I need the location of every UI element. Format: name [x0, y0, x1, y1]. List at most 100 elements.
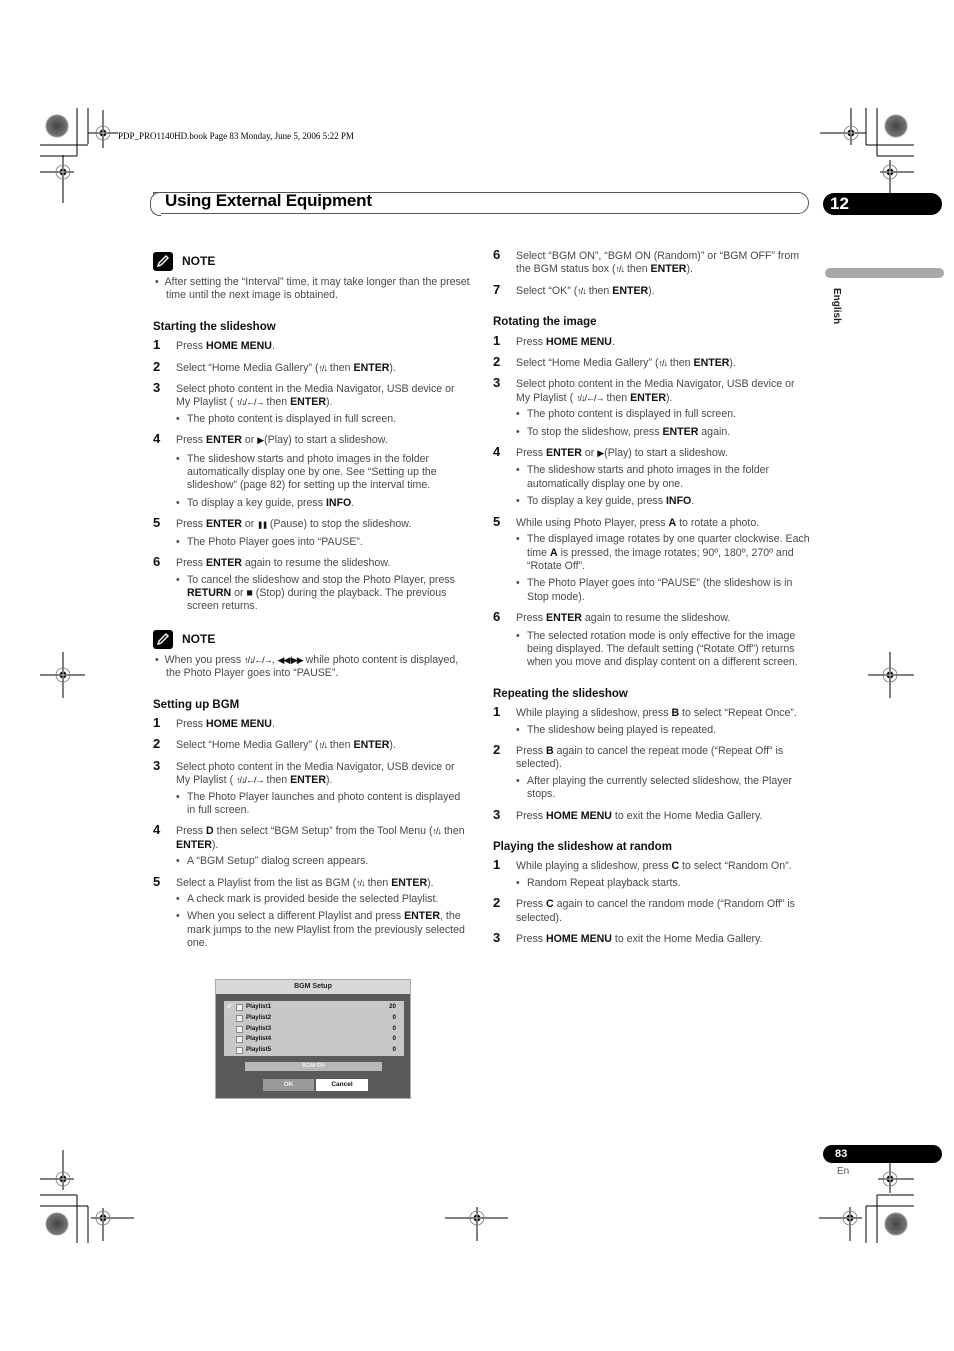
- note-header: NOTE: [153, 629, 471, 649]
- bullet: The Photo Player goes into “PAUSE” (the …: [493, 577, 811, 604]
- up-down-arrow-icon: ↑/↓: [318, 740, 327, 751]
- step: 2 Select “Home Media Gallery” (↑/↓ then E…: [153, 358, 396, 374]
- ok-button[interactable]: OK: [263, 1079, 314, 1091]
- bgm-status-box[interactable]: BGM ON: [245, 1062, 382, 1071]
- playlist-icon: [236, 1035, 243, 1043]
- check-icon: ✔: [226, 1002, 233, 1011]
- step: 5 Select a Playlist from the list as BGM …: [153, 873, 434, 889]
- up-down-arrow-icon: ↑/↓: [356, 877, 365, 888]
- four-way-arrow-icon: ↑/↓/←/→: [244, 654, 272, 665]
- note-header: NOTE: [153, 252, 471, 271]
- step: 6 Press ENTER again to resume the slidesh…: [493, 609, 731, 625]
- step: 4 Press D then select “BGM Setup” from th…: [153, 822, 465, 851]
- playlist-row[interactable]: Playlist5 0: [224, 1045, 396, 1055]
- step: 2 Press C again to cancel the random mode…: [493, 895, 795, 924]
- step: 5 Press ENTER or ❚❚ (Pause) to stop the s…: [153, 515, 412, 531]
- note-bullet: • After setting the “Interval” time, it …: [155, 276, 470, 302]
- bullet: After playing the currently selected sli…: [493, 775, 811, 802]
- pencil-note-icon: [153, 252, 173, 271]
- playlist-row[interactable]: ✔ Playlist1 20: [224, 1002, 396, 1012]
- bullet: The Photo Player launches and photo cont…: [153, 791, 471, 818]
- up-down-arrow-icon: ↑/↓: [432, 826, 442, 837]
- up-down-arrow-icon: ↑/↓: [615, 264, 625, 275]
- note-text: After setting the “Interval” time, it ma…: [164, 276, 470, 302]
- step: 3 Select photo content in the Media Navig…: [153, 757, 455, 787]
- language-label: English: [831, 288, 842, 325]
- step: 1 Press HOME MENU.: [493, 332, 615, 348]
- playlist-icon: [236, 1046, 243, 1054]
- playlist-icon: [236, 1014, 243, 1022]
- bullet: A “BGM Setup” dialog screen appears.: [153, 855, 471, 869]
- reg-bottom-left: [40, 1150, 134, 1243]
- bullet: When you select a different Playlist and…: [153, 910, 471, 950]
- step: 4 Press ENTER or ▶(Play) to start a slide…: [493, 444, 728, 460]
- bullet: The selected rotation mode is only effec…: [493, 630, 811, 670]
- playlist-row[interactable]: Playlist2 0: [224, 1013, 396, 1023]
- chapter-tab: 12: [823, 193, 942, 215]
- section-heading-starting: Starting the slideshow: [153, 320, 276, 333]
- section-heading-repeat: Repeating the slideshow: [493, 687, 628, 700]
- step: 3 Select photo content in the Media Navig…: [493, 375, 795, 404]
- reg-top-left: [40, 108, 118, 203]
- bullet: A check mark is provided beside the sele…: [153, 893, 471, 907]
- step: 6 Select “BGM ON”, “BGM ON (Random)” or “…: [493, 247, 800, 276]
- reg-top-right: [820, 108, 914, 193]
- right-column: 6 Select “BGM ON”, “BGM ON (Random)” or “…: [493, 247, 811, 954]
- page-number-tab: 83: [823, 1145, 942, 1163]
- note-title: NOTE: [182, 253, 216, 268]
- bullet: The Photo Player goes into “PAUSE”.: [153, 536, 471, 550]
- step: 1 While playing a slideshow, press C to s…: [493, 857, 792, 873]
- step: 5 While using Photo Player, press A to ro…: [493, 513, 760, 529]
- bullet: The slideshow starts and photo images in…: [493, 464, 811, 491]
- up-down-arrow-icon: ↑/↓: [318, 362, 327, 373]
- bullet: The slideshow being played is repeated.: [493, 724, 811, 738]
- step: 3 Select photo content in the Media Navig…: [153, 380, 455, 409]
- step: 1 While playing a slideshow, press B to s…: [493, 704, 797, 720]
- section-heading-rotate: Rotating the image: [493, 316, 597, 329]
- chapter-number: 12: [830, 194, 849, 213]
- step: 1 Press HOME MENU.: [153, 337, 275, 353]
- playlist-list: ✔ Playlist1 20 Playlist2 0 Playlist3 0 Playl…: [224, 1001, 404, 1056]
- bullet: To cancel the slideshow and stop the Pho…: [153, 574, 471, 614]
- step: 2 Select “Home Media Gallery” (↑/↓ then E…: [493, 354, 736, 370]
- page-title: Using External Equipment: [165, 191, 372, 210]
- step: 3 Press HOME MENU to exit the Home Media …: [493, 806, 763, 822]
- up-down-arrow-icon: ↑/↓: [577, 285, 586, 296]
- playlist-row[interactable]: Playlist3 0: [224, 1024, 396, 1034]
- step: 6 Press ENTER again to resume the slidesh…: [153, 554, 391, 570]
- step: 7 Select “OK” (↑/↓ then ENTER).: [493, 281, 655, 297]
- bgm-setup-dialog: BGM Setup ✔ Playlist1 20 Playlist2 0 Playli…: [215, 979, 411, 1099]
- note-bullet: • When you press ↑/↓/←/→, ◀◀/▶▶ while ph…: [155, 653, 459, 680]
- playlist-row[interactable]: Playlist4 0: [224, 1034, 396, 1044]
- page-number: 83: [835, 1148, 848, 1160]
- pencil-note-icon: [153, 629, 173, 649]
- section-heading-random: Playing the slideshow at random: [493, 841, 672, 853]
- up-down-arrow-icon: ↑/↓: [658, 358, 667, 369]
- bullet: To display a key guide, press INFO.: [493, 495, 811, 509]
- step: 2 Select “Home Media Gallery” (↑/↓ then E…: [153, 736, 396, 752]
- cancel-button[interactable]: Cancel: [316, 1079, 368, 1091]
- note-title: NOTE: [182, 631, 216, 646]
- playlist-icon: [236, 1003, 243, 1011]
- bullet: To stop the slideshow, press ENTER again…: [493, 426, 811, 440]
- playlist-icon: [236, 1025, 243, 1033]
- four-way-arrow-icon: ↑/↓/←/→: [236, 775, 264, 786]
- step: 2 Press B again to cancel the repeat mode…: [493, 741, 784, 771]
- rewind-fastforward-icon: ◀◀/▶▶: [277, 654, 304, 665]
- bullet: Random Repeat playback starts.: [493, 877, 811, 891]
- bullet: The slideshow starts and photo images in…: [153, 453, 471, 493]
- language-tab: [825, 268, 944, 278]
- step: 3 Press HOME MENU to exit the Home Media …: [493, 930, 763, 946]
- pause-icon: ❚❚: [257, 522, 268, 530]
- print-info: PDP_PRO1140HD.book Page 83 Monday, June …: [118, 131, 354, 141]
- section-heading-bgm: Setting up BGM: [153, 698, 240, 711]
- bullet: To display a key guide, press INFO.: [153, 497, 471, 511]
- bullet: The displayed image rotates by one quart…: [493, 533, 811, 573]
- bullet: The photo content is displayed in full s…: [153, 413, 471, 427]
- bullet: The photo content is displayed in full s…: [493, 408, 811, 422]
- four-way-arrow-icon: ↑/↓/←/→: [576, 392, 604, 403]
- page-language: En: [837, 1166, 850, 1177]
- left-column: NOTE • After setting the “Interval” time…: [153, 252, 471, 955]
- dialog-title: BGM Setup: [216, 980, 410, 994]
- step: 1 Press HOME MENU.: [153, 714, 275, 730]
